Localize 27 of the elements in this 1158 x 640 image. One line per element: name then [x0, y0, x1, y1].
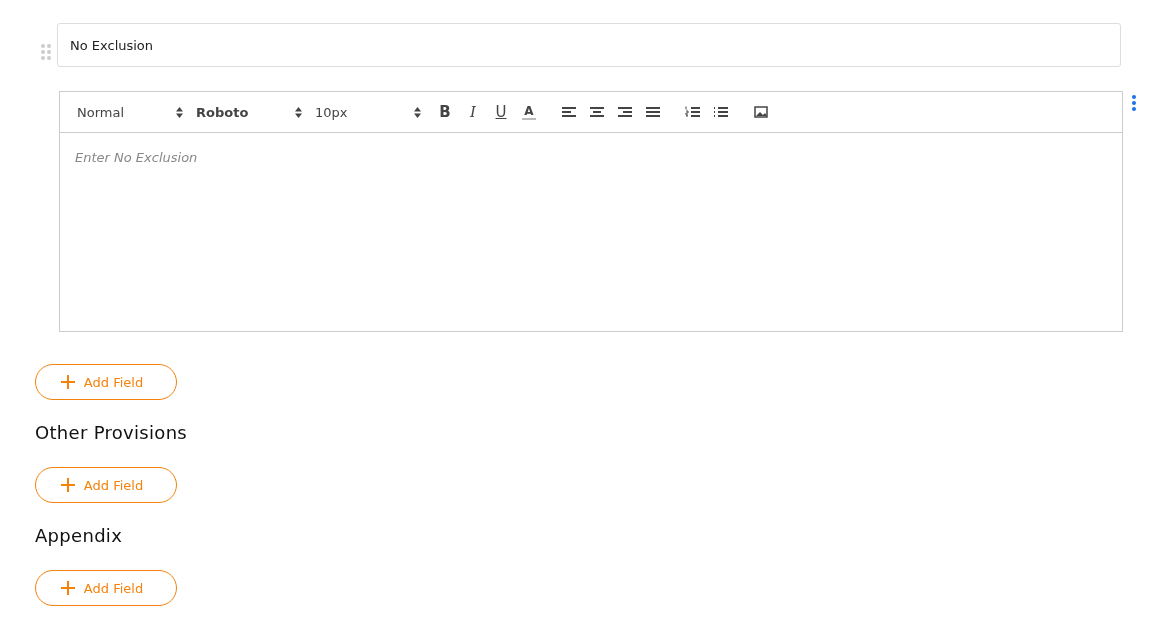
sort-arrows-icon[interactable]	[176, 106, 183, 118]
underline-button[interactable]: U	[487, 100, 515, 124]
bullet-list-icon[interactable]	[713, 105, 729, 119]
title-field[interactable]: No Exclusion	[57, 23, 1121, 67]
italic-button[interactable]: I	[459, 100, 487, 124]
editor-text-area[interactable]: Enter No Exclusion	[60, 133, 1122, 331]
color-button[interactable]: A	[522, 104, 536, 120]
plus-icon	[60, 375, 75, 389]
align-justify-icon[interactable]	[645, 105, 661, 119]
sort-arrows-icon[interactable]	[295, 106, 302, 118]
align-right-icon[interactable]	[617, 105, 633, 119]
align-left-icon[interactable]	[561, 105, 577, 119]
sort-arrows-icon[interactable]	[414, 106, 421, 118]
format-dropdown[interactable]: Roboto	[196, 104, 249, 120]
drag-handle-icon[interactable]	[41, 44, 51, 60]
more-options-icon[interactable]	[1132, 95, 1136, 111]
ordered-list-icon[interactable]	[685, 105, 701, 119]
format-dropdown[interactable]: 10px	[315, 104, 348, 120]
image-icon[interactable]	[753, 105, 769, 119]
plus-icon	[60, 478, 75, 492]
section-heading: Other Provisions	[35, 422, 189, 443]
plus-icon	[60, 581, 75, 595]
editor-placeholder: Enter No Exclusion	[75, 150, 198, 165]
section-heading: Appendix	[35, 525, 124, 546]
format-dropdown[interactable]: Normal	[77, 104, 125, 120]
bold-button[interactable]: B	[431, 100, 459, 124]
align-center-icon[interactable]	[589, 105, 605, 119]
